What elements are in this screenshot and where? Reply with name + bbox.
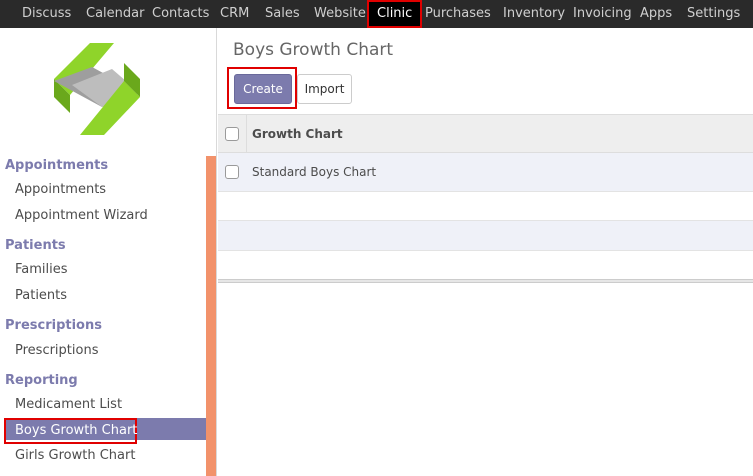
nav-contacts[interactable]: Contacts <box>152 0 209 28</box>
sidebar-item-girls-growth-chart[interactable]: Girls Growth Chart <box>15 448 135 463</box>
nav-apps[interactable]: Apps <box>640 0 672 28</box>
sidebar-item-medicament-list[interactable]: Medicament List <box>15 397 122 412</box>
sidebar-divider <box>216 28 217 476</box>
row-name-cell[interactable]: Standard Boys Chart <box>252 165 376 179</box>
table-footer <box>218 279 753 283</box>
nav-settings[interactable]: Settings <box>687 0 740 28</box>
table-row[interactable]: Standard Boys Chart <box>218 153 753 192</box>
sidebar-item-families[interactable]: Families <box>15 262 68 277</box>
table-header: Growth Chart <box>218 114 753 153</box>
sidebar-item-appointments[interactable]: Appointments <box>15 182 106 197</box>
section-prescriptions: Prescriptions <box>5 318 102 333</box>
section-patients: Patients <box>5 238 66 253</box>
select-all-checkbox[interactable] <box>225 127 239 141</box>
sidebar-scrollbar[interactable] <box>206 156 216 476</box>
page-title: Boys Growth Chart <box>233 40 394 60</box>
nav-clinic[interactable]: Clinic <box>367 0 423 28</box>
section-reporting: Reporting <box>5 373 78 388</box>
company-logo-icon <box>54 43 140 135</box>
nav-crm[interactable]: CRM <box>220 0 249 28</box>
nav-website[interactable]: Website <box>314 0 366 28</box>
table-row-empty <box>218 251 753 280</box>
sidebar-item-patients[interactable]: Patients <box>15 288 67 303</box>
import-button[interactable]: Import <box>297 74 352 104</box>
sidebar: Appointments Appointments Appointment Wi… <box>0 28 216 476</box>
section-appointments: Appointments <box>5 158 109 173</box>
nav-inventory[interactable]: Inventory <box>503 0 565 28</box>
nav-sales[interactable]: Sales <box>265 0 300 28</box>
sidebar-item-boys-growth-chart[interactable]: Boys Growth Chart <box>4 418 137 444</box>
nav-discuss[interactable]: Discuss <box>22 0 71 28</box>
nav-calendar[interactable]: Calendar <box>86 0 144 28</box>
column-separator <box>246 115 247 153</box>
table-row-empty <box>218 221 753 251</box>
top-navigation-bar: Discuss Calendar Contacts CRM Sales Webs… <box>0 0 753 28</box>
create-button[interactable]: Create <box>234 74 292 104</box>
table-row-empty <box>218 192 753 221</box>
row-checkbox[interactable] <box>225 165 239 179</box>
sidebar-item-appointment-wizard[interactable]: Appointment Wizard <box>15 208 148 223</box>
sidebar-item-prescriptions[interactable]: Prescriptions <box>15 343 98 358</box>
nav-invoicing[interactable]: Invoicing <box>573 0 632 28</box>
nav-purchases[interactable]: Purchases <box>425 0 491 28</box>
column-header-growth-chart[interactable]: Growth Chart <box>252 127 343 141</box>
